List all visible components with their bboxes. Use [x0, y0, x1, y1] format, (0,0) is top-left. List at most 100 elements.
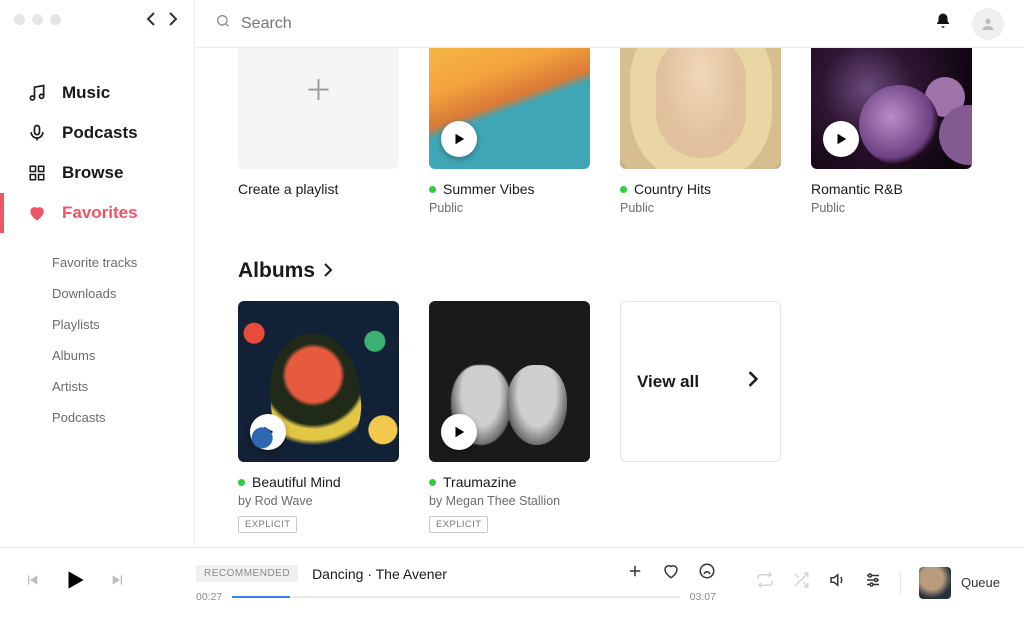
play-button[interactable] [250, 414, 286, 450]
player-right-controls: Queue [756, 567, 1000, 599]
player-center: RECOMMENDED Dancing · The Avener 00:27 0… [196, 562, 716, 603]
album-cover [238, 301, 399, 462]
album-title: Traumazine [443, 474, 516, 490]
view-all-label: View all [637, 372, 699, 392]
search-icon [215, 13, 231, 34]
create-playlist-card[interactable]: ＋ Create a playlist [238, 48, 399, 215]
traffic-light-zoom[interactable] [50, 14, 61, 25]
albums-section-header[interactable]: Albums [238, 259, 984, 283]
explicit-badge: EXPLICIT [429, 516, 488, 533]
album-artist: by Megan Thee Stallion [429, 494, 590, 508]
grid-icon [26, 164, 48, 182]
traffic-light-minimize[interactable] [32, 14, 43, 25]
heart-icon [26, 203, 48, 223]
seek-bar-fill [232, 596, 290, 598]
playlist-card-country[interactable]: Country Hits Public [620, 48, 781, 215]
music-note-icon [26, 83, 48, 103]
search-input[interactable] [241, 15, 541, 33]
playlist-cover [811, 48, 972, 169]
sidebar-sublist: Favorite tracks Downloads Playlists Albu… [0, 247, 194, 433]
volume-button[interactable] [828, 571, 846, 594]
view-all-albums-card[interactable]: View all [620, 301, 781, 462]
status-dot-icon [429, 186, 436, 193]
total-time: 03:07 [690, 591, 716, 603]
sidebar-item-label: Podcasts [62, 123, 138, 143]
seek-bar[interactable] [232, 596, 679, 598]
search-wrap [215, 13, 934, 34]
playback-controls [24, 567, 126, 598]
player-bar: RECOMMENDED Dancing · The Avener 00:27 0… [0, 547, 1024, 617]
playlist-cover [429, 48, 590, 169]
sidebar-item-browse[interactable]: Browse [0, 153, 194, 193]
sidebar-sub-downloads[interactable]: Downloads [0, 278, 194, 309]
equalizer-button[interactable] [864, 571, 882, 594]
divider [900, 572, 901, 594]
traffic-light-close[interactable] [14, 14, 25, 25]
album-cover [429, 301, 590, 462]
album-card-beautiful-mind[interactable]: Beautiful Mind by Rod Wave EXPLICIT [238, 301, 399, 533]
album-artist: by Rod Wave [238, 494, 399, 508]
recommended-badge: RECOMMENDED [196, 565, 298, 582]
sidebar-item-label: Browse [62, 163, 123, 183]
sidebar-sub-favorite-tracks[interactable]: Favorite tracks [0, 247, 194, 278]
sidebar-item-label: Favorites [62, 203, 138, 223]
playlists-row: ＋ Create a playlist Summer Vibes Public [238, 48, 984, 215]
queue-thumbnail [919, 567, 951, 599]
sidebar-item-music[interactable]: Music [0, 73, 194, 113]
playlist-card-summer[interactable]: Summer Vibes Public [429, 48, 590, 215]
topbar [194, 0, 1024, 48]
sidebar-sub-albums[interactable]: Albums [0, 340, 194, 371]
microphone-icon [26, 123, 48, 143]
queue-label: Queue [961, 575, 1000, 590]
nav-back-button[interactable] [146, 12, 156, 31]
dislike-button[interactable] [698, 562, 716, 585]
notifications-button[interactable] [934, 12, 952, 35]
status-dot-icon [238, 479, 245, 486]
sidebar-item-label: Music [62, 83, 110, 103]
shuffle-button[interactable] [792, 571, 810, 594]
album-title: Beautiful Mind [252, 474, 341, 490]
queue-button[interactable]: Queue [919, 567, 1000, 599]
previous-track-button[interactable] [24, 572, 40, 593]
play-button[interactable] [823, 121, 859, 157]
status-dot-icon [429, 479, 436, 486]
account-avatar[interactable] [972, 8, 1004, 40]
playlist-title: Summer Vibes [443, 181, 535, 197]
history-nav [146, 12, 178, 31]
repeat-button[interactable] [756, 571, 774, 594]
chevron-right-icon [323, 259, 333, 283]
like-button[interactable] [662, 562, 680, 585]
add-to-playlist-button[interactable] [626, 562, 644, 585]
play-button[interactable] [441, 414, 477, 450]
elapsed-time: 00:27 [196, 591, 222, 603]
plus-icon: ＋ [304, 69, 332, 109]
sidebar: Music Podcasts Browse Favorites Favorite… [0, 0, 194, 547]
play-button[interactable] [632, 121, 668, 157]
section-title: Albums [238, 259, 315, 283]
create-playlist-label: Create a playlist [238, 181, 399, 197]
sidebar-sub-playlists[interactable]: Playlists [0, 309, 194, 340]
playlist-card-rnb[interactable]: Romantic R&B Public [811, 48, 972, 215]
play-button[interactable] [441, 121, 477, 157]
playlist-cover [620, 48, 781, 169]
album-card-traumazine[interactable]: Traumazine by Megan Thee Stallion EXPLIC… [429, 301, 590, 533]
sidebar-item-podcasts[interactable]: Podcasts [0, 113, 194, 153]
playlist-visibility: Public [620, 201, 781, 215]
sidebar-sub-artists[interactable]: Artists [0, 371, 194, 402]
now-playing-title[interactable]: Dancing · The Avener [312, 566, 447, 582]
chevron-right-icon [748, 371, 758, 392]
main-content: ＋ Create a playlist Summer Vibes Public [194, 48, 1024, 547]
status-dot-icon [620, 186, 627, 193]
playlist-title: Country Hits [634, 181, 711, 197]
next-track-button[interactable] [110, 572, 126, 593]
explicit-badge: EXPLICIT [238, 516, 297, 533]
create-playlist-cover: ＋ [238, 48, 399, 169]
playlist-visibility: Public [811, 201, 972, 215]
playlist-title: Romantic R&B [811, 181, 903, 197]
albums-row: Beautiful Mind by Rod Wave EXPLICIT Trau… [238, 301, 984, 533]
play-pause-button[interactable] [62, 567, 88, 598]
nav-forward-button[interactable] [168, 12, 178, 31]
playlist-visibility: Public [429, 201, 590, 215]
sidebar-sub-podcasts[interactable]: Podcasts [0, 402, 194, 433]
sidebar-item-favorites[interactable]: Favorites [0, 193, 194, 233]
